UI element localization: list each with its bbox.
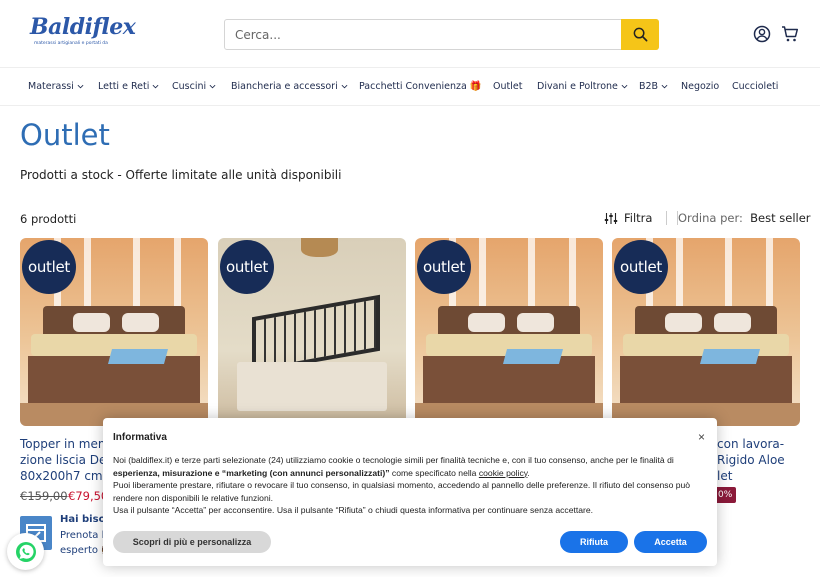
chevron-down-icon — [661, 84, 668, 89]
page-title: Outlet — [20, 118, 110, 152]
outlet-badge: outlet — [220, 240, 274, 294]
product-card-image[interactable]: outlet — [218, 238, 406, 426]
nav-item-negozio[interactable]: Negozio — [681, 81, 719, 92]
page-subtitle: Prodotti a stock - Offerte limitate alle… — [20, 168, 342, 182]
cookie-policy-link[interactable]: cookie policy — [479, 468, 528, 478]
filter-button[interactable]: Filtra — [604, 211, 652, 225]
chevron-down-icon — [152, 84, 159, 89]
discount-badge: 0% — [714, 487, 737, 503]
chevron-down-icon — [77, 84, 84, 89]
search-box — [224, 19, 659, 50]
nav-item-letti-reti[interactable]: Letti e Reti — [98, 81, 159, 92]
search-icon — [633, 27, 647, 42]
logo-tagline: materassi artigianali e portati da — [34, 41, 108, 46]
site-header: Baldiflex materassi artigianali e portat… — [0, 0, 820, 68]
chevron-down-icon — [341, 84, 348, 89]
outlet-badge: outlet — [22, 240, 76, 294]
account-icon[interactable] — [753, 25, 771, 43]
logo[interactable]: Baldiflex materassi artigianali e portat… — [30, 14, 136, 54]
nav-item-b2b[interactable]: B2B — [639, 81, 668, 92]
whatsapp-icon — [15, 541, 36, 562]
chevron-down-icon — [621, 84, 628, 89]
cookie-text: Noi (baldiflex.it) e terze parti selezio… — [113, 455, 691, 516]
accept-button[interactable]: Accetta — [634, 531, 707, 553]
outlet-badge: outlet — [417, 240, 471, 294]
main-nav: Materassi Letti e Reti Cuscini Biancheri… — [0, 68, 820, 106]
nav-item-biancheria[interactable]: Biancheria e accessori — [231, 81, 348, 92]
nav-item-materassi[interactable]: Materassi — [28, 81, 84, 92]
nav-item-outlet[interactable]: Outlet — [493, 81, 522, 92]
filter-label: Filtra — [624, 211, 653, 225]
outlet-badge: outlet — [614, 240, 668, 294]
chevron-down-icon — [209, 84, 216, 89]
toolbar-divider — [666, 211, 667, 225]
close-icon[interactable]: × — [698, 430, 705, 444]
whatsapp-button[interactable] — [7, 533, 44, 570]
product-card-image[interactable]: outlet — [612, 238, 800, 426]
search-button[interactable] — [621, 19, 659, 50]
product-count: 6 prodotti — [20, 212, 77, 226]
cookie-banner: Informativa × Noi (baldiflex.it) e terze… — [103, 418, 717, 566]
reject-button[interactable]: Rifiuta — [560, 531, 628, 553]
search-input[interactable] — [235, 26, 615, 44]
nav-item-pacchetti[interactable]: Pacchetti Convenienza 🎁 — [359, 81, 482, 92]
filter-sliders-icon — [604, 212, 618, 224]
customize-button[interactable]: Scopri di più e personalizza — [113, 531, 271, 553]
product-card-image[interactable]: outlet — [415, 238, 603, 426]
cookie-title: Informativa — [113, 432, 167, 443]
nav-item-divani[interactable]: Divani e Poltrone — [537, 81, 628, 92]
price-old: €159,00 — [20, 489, 68, 503]
cart-icon[interactable] — [781, 25, 799, 43]
sort-value: Best seller — [750, 211, 811, 225]
nav-item-cuscini[interactable]: Cuscini — [172, 81, 216, 92]
product-card-image[interactable]: outlet — [20, 238, 208, 426]
nav-item-cuccioleti[interactable]: Cuccioleti — [732, 81, 778, 92]
product-title[interactable]: con lavora- Rigido Aloe let — [717, 436, 785, 484]
logo-text: Baldiflex — [30, 14, 136, 40]
sort-select[interactable]: Ordina per: Best seller — [677, 211, 811, 225]
sort-label: Ordina per: — [678, 211, 743, 225]
